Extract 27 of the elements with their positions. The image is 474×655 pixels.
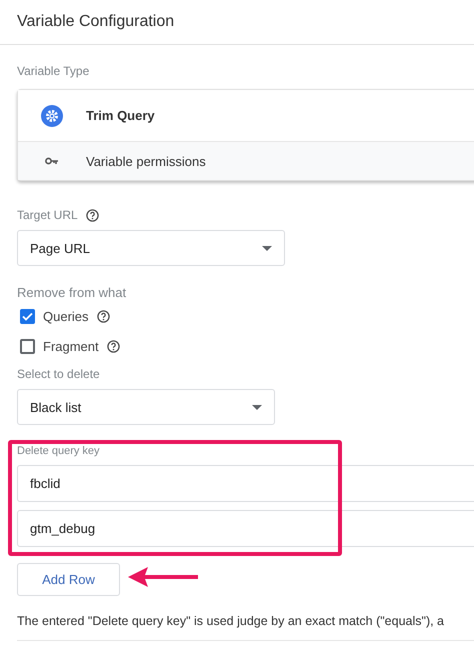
add-row-button[interactable]: Add Row xyxy=(17,563,120,596)
checkbox[interactable] xyxy=(20,308,35,324)
target-url-select[interactable]: Page URL xyxy=(17,230,285,266)
help-text: The entered "Delete query key" is used judge by an exact match ("equals"), a xyxy=(17,614,446,628)
field-label: Delete query key xyxy=(17,445,100,457)
checkbox-label: Queries xyxy=(43,308,89,324)
key-icon xyxy=(45,157,59,165)
variable-type-card[interactable]: Trim Query Variable permissions xyxy=(17,89,474,181)
caret-icon xyxy=(262,246,272,250)
page-title: Variable Configuration xyxy=(17,13,174,31)
gear-icon xyxy=(41,104,63,126)
field-label: Variable Type xyxy=(17,64,90,78)
help-icon[interactable] xyxy=(106,340,120,352)
field-label: Select to delete xyxy=(17,367,100,381)
variable-type-name: Trim Query xyxy=(86,108,155,123)
delete-mode-select[interactable]: Black list xyxy=(17,389,275,425)
checkbox-label: Fragment xyxy=(43,338,99,354)
help-icon[interactable] xyxy=(86,208,99,222)
field-label: Target URL xyxy=(17,208,78,222)
query-key-field[interactable]: gtm_debug xyxy=(17,510,474,547)
section-label: Remove from what xyxy=(17,285,126,300)
caret-icon xyxy=(252,404,262,410)
permissions-label[interactable]: Variable permissions xyxy=(86,154,206,168)
query-key-field[interactable]: fbclid xyxy=(17,465,474,502)
arrow-icon xyxy=(128,566,200,588)
help-icon[interactable] xyxy=(96,310,110,322)
checkbox[interactable] xyxy=(20,338,35,354)
